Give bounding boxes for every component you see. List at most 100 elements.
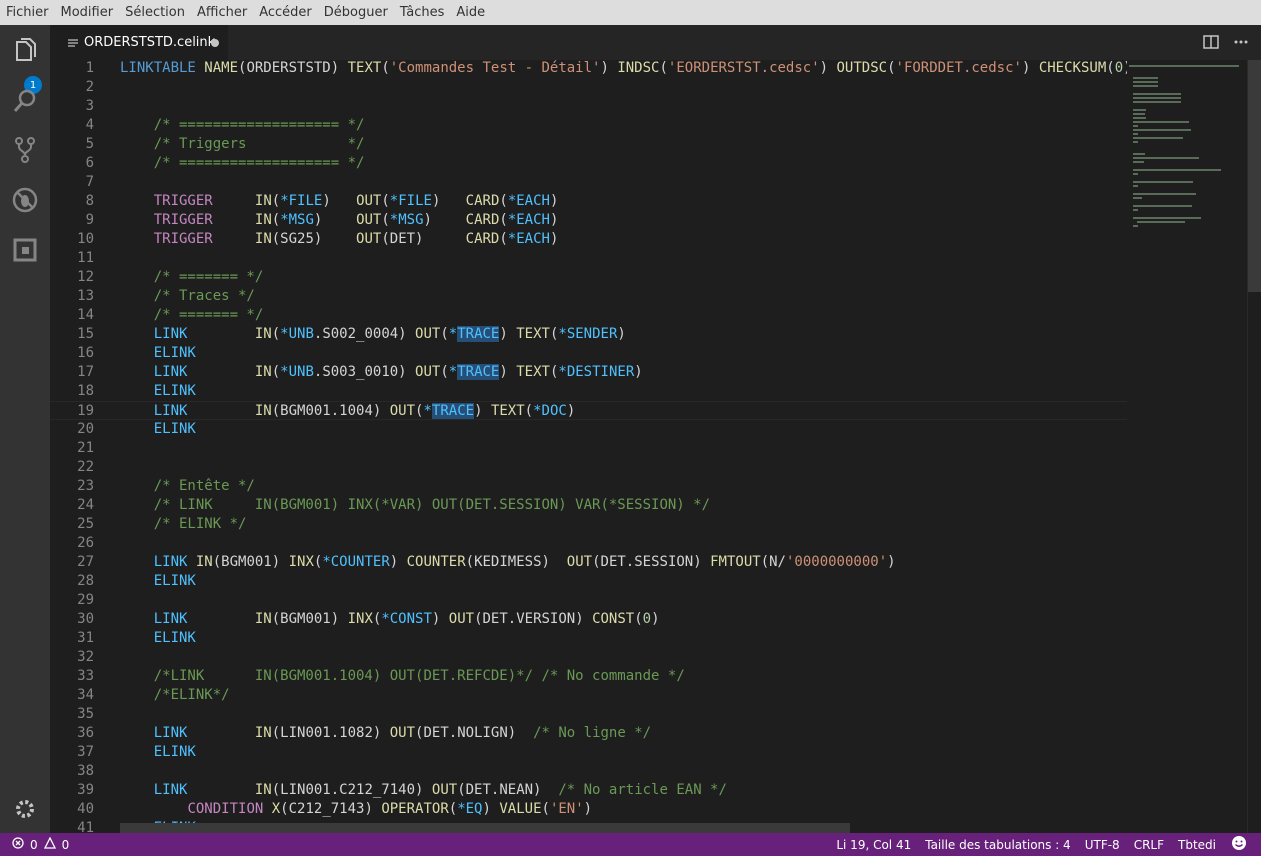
tab-size[interactable]: Taille des tabulations : 4 (918, 838, 1077, 852)
line-number: 29 (77, 592, 94, 608)
menu-item-acceder[interactable]: Accéder (253, 0, 318, 25)
menu-item-aide[interactable]: Aide (450, 0, 491, 25)
code-line[interactable]: 17 LINK IN(*UNB.S003_0010) OUT(*TRACE) T… (50, 363, 1127, 382)
menu-item-deboguer[interactable]: Déboguer (318, 0, 394, 25)
code-line[interactable]: 26 (50, 534, 1127, 553)
line-number: 5 (85, 136, 94, 152)
menu-item-modifier[interactable]: Modifier (55, 0, 120, 25)
line-code: /* ======= */ (153, 269, 264, 285)
code-line[interactable]: 4 /* =================== */ (50, 116, 1127, 135)
code-line[interactable]: 39 LINK IN(LIN001.C212_7140) OUT(DET.NEA… (50, 781, 1127, 800)
file-icon (68, 37, 80, 49)
minimap[interactable] (1127, 60, 1247, 833)
code-line[interactable]: 23 /* Entête */ (50, 477, 1127, 496)
line-number: 27 (77, 554, 94, 570)
line-code: /* =================== */ (153, 155, 365, 171)
code-line[interactable]: 18 ELINK (50, 382, 1127, 401)
code-line[interactable]: 28 ELINK (50, 572, 1127, 591)
minimap-line (1133, 133, 1138, 135)
line-code: ELINK (153, 630, 196, 646)
gear-icon[interactable] (11, 795, 39, 823)
code-line[interactable]: 16 ELINK (50, 344, 1127, 363)
code-line[interactable]: 29 (50, 591, 1127, 610)
tab-actions (1203, 34, 1249, 54)
code-line[interactable]: 14 /* ======= */ (50, 306, 1127, 325)
code-line[interactable]: 24 /* LINK IN(BGM001) INX(*VAR) OUT(DET.… (50, 496, 1127, 515)
language-mode[interactable]: Tbtedi (1171, 838, 1223, 852)
code-line[interactable]: 33 /*LINK IN(BGM001.1004) OUT(DET.REFCDE… (50, 667, 1127, 686)
menu-item-fichier[interactable]: Fichier (0, 0, 55, 25)
line-code: LINK IN(*UNB.S002_0004) OUT(*TRACE) TEXT… (153, 326, 626, 342)
line-code: /* ======= */ (153, 307, 264, 323)
search-icon[interactable] (11, 87, 39, 115)
code-line[interactable]: 7 (50, 173, 1127, 192)
minimap-line (1133, 205, 1192, 207)
extensions-icon[interactable] (11, 236, 39, 264)
code-line[interactable]: 34 /*ELINK*/ (50, 686, 1127, 705)
code-line[interactable]: 6 /* =================== */ (50, 154, 1127, 173)
line-code: /* Traces */ (153, 288, 255, 304)
line-number: 34 (77, 687, 94, 703)
split-editor-icon[interactable] (1203, 34, 1219, 54)
code-line[interactable]: 15 LINK IN(*UNB.S002_0004) OUT(*TRACE) T… (50, 325, 1127, 344)
code-line[interactable]: 20 ELINK (50, 420, 1127, 439)
line-number: 4 (85, 117, 94, 133)
unsaved-dot-icon[interactable] (211, 39, 219, 47)
source-control-icon[interactable] (11, 136, 39, 164)
debug-icon[interactable] (11, 186, 39, 214)
line-number: 9 (85, 212, 94, 228)
code-line[interactable]: 2 (50, 78, 1127, 97)
code-line[interactable]: 1 LINKTABLE NAME(ORDERSTSTD) TEXT('Comman… (50, 60, 1127, 78)
code-line[interactable]: 8 TRIGGER IN(*FILE) OUT(*FILE) CARD(*EAC… (50, 192, 1127, 211)
minimap-line (1133, 97, 1181, 99)
code-line[interactable]: 11 (50, 249, 1127, 268)
code-line[interactable]: 37 ELINK (50, 743, 1127, 762)
minimap-line (1129, 65, 1239, 67)
code-line[interactable]: 19 LINK IN(BGM001.1004) OUT(*TRACE) TEXT… (50, 401, 1127, 420)
code-line[interactable]: 38 (50, 762, 1127, 781)
minimap-line (1133, 81, 1158, 83)
line-number: 17 (77, 364, 94, 380)
code-line[interactable]: 40 CONDITION X(C212_7143) OPERATOR(*EQ) … (50, 800, 1127, 819)
code-line[interactable]: 31 ELINK (50, 629, 1127, 648)
line-code: ELINK (153, 421, 196, 437)
line-number: 22 (77, 459, 94, 475)
editor-tab[interactable]: ORDERSTSTD.celink (50, 25, 228, 60)
menu-item-taches[interactable]: Tâches (394, 0, 451, 25)
code-line[interactable]: 30 LINK IN(BGM001) INX(*CONST) OUT(DET.V… (50, 610, 1127, 629)
line-ending[interactable]: CRLF (1127, 838, 1171, 852)
code-line[interactable]: 13 /* Traces */ (50, 287, 1127, 306)
scrollbar-thumb[interactable] (1248, 60, 1261, 292)
horizontal-scrollbar[interactable] (120, 823, 850, 833)
code-line[interactable]: 9 TRIGGER IN(*MSG) OUT(*MSG) CARD(*EACH) (50, 211, 1127, 230)
menu-item-selection[interactable]: Sélection (119, 0, 191, 25)
menu-item-afficher[interactable]: Afficher (191, 0, 253, 25)
line-code: /*ELINK*/ (153, 687, 230, 703)
feedback-smiley-icon[interactable] (1223, 835, 1261, 854)
minimap-line (1133, 121, 1189, 123)
code-line[interactable]: 12 /* ======= */ (50, 268, 1127, 287)
line-code: LINK IN(LIN001.C212_7140) OUT(DET.NEAN) … (153, 782, 727, 798)
line-number: 1 (85, 60, 94, 76)
minimap-line (1133, 141, 1138, 143)
cursor-position[interactable]: Li 19, Col 41 (829, 838, 918, 852)
code-line[interactable]: 5 /* Triggers */ (50, 135, 1127, 154)
code-line[interactable]: 10 TRIGGER IN(SG25) OUT(DET) CARD(*EACH) (50, 230, 1127, 249)
minimap-line (1133, 109, 1146, 111)
line-number: 13 (77, 288, 94, 304)
code-line[interactable]: 25 /* ELINK */ (50, 515, 1127, 534)
files-icon[interactable] (11, 37, 39, 65)
more-actions-icon[interactable] (1233, 34, 1249, 54)
code-line[interactable]: 32 (50, 648, 1127, 667)
problems-indicator[interactable]: 0 0 (12, 836, 69, 852)
code-line[interactable]: 36 LINK IN(LIN001.1082) OUT(DET.NOLIGN) … (50, 724, 1127, 743)
code-line[interactable]: 21 (50, 439, 1127, 458)
code-editor[interactable]: 1 LINKTABLE NAME(ORDERSTSTD) TEXT('Comman… (50, 60, 1127, 833)
minimap-line (1133, 77, 1158, 79)
code-line[interactable]: 27 LINK IN(BGM001) INX(*COUNTER) COUNTER… (50, 553, 1127, 572)
encoding[interactable]: UTF-8 (1078, 838, 1127, 852)
code-line[interactable]: 22 (50, 458, 1127, 477)
code-line[interactable]: 3 (50, 97, 1127, 116)
code-line[interactable]: 35 (50, 705, 1127, 724)
minimap-line (1133, 169, 1221, 171)
